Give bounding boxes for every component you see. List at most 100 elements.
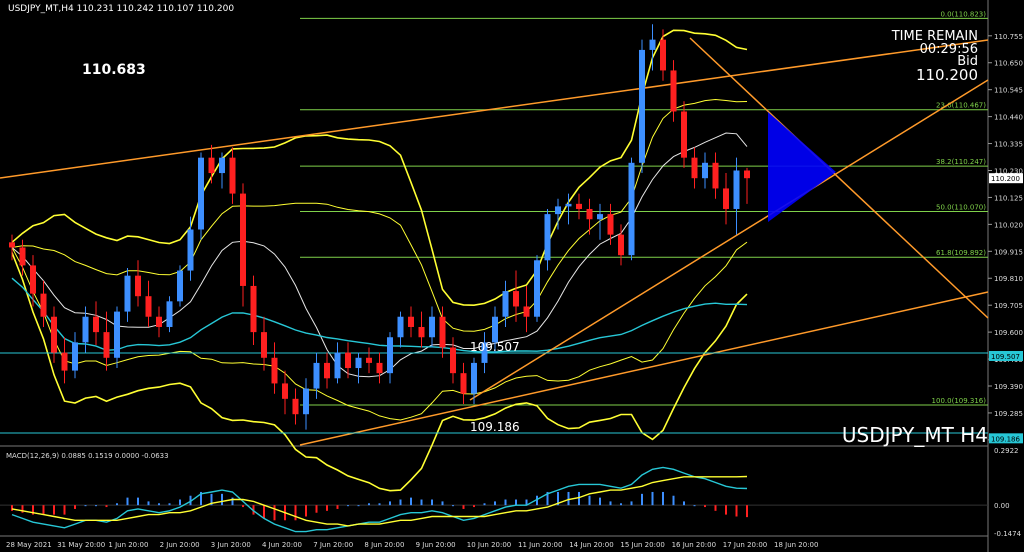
macd-histogram-bar [357,505,360,507]
macd-histogram-bar [168,503,171,506]
candle-body [324,362,330,379]
candle-body [30,265,36,294]
time-tick-label: 3 Jun 20:00 [211,541,251,549]
macd-histogram-bar [651,491,654,506]
time-tick-label: 10 Jun 20:00 [467,541,511,549]
candle-body [334,352,341,379]
macd-histogram-bar [578,491,580,506]
macd-histogram-bar [609,501,612,506]
time-tick-label: 16 Jun 20:00 [672,541,716,549]
chart-background [0,0,1024,552]
macd-histogram-bar [336,505,339,509]
candle-body [9,242,15,248]
candle-body [660,39,666,71]
macd-histogram-bar [368,503,370,506]
candle-body [145,296,152,317]
candle-body [618,234,624,256]
candle-body [492,316,498,343]
macd-histogram-bar [63,505,66,515]
candle-body [513,291,519,307]
macd-histogram-bar [137,497,139,506]
candle-body [292,398,299,415]
macd-histogram-bar [11,505,13,511]
price-label-mid: 109.507 [470,340,520,354]
candle-body [345,352,351,369]
price-tick-label: 109.915 [994,248,1023,256]
macd-histogram-bar [567,491,570,506]
macd-histogram-bar [725,505,727,515]
macd-histogram-bar [326,505,328,511]
time-tick-label: 9 Jun 20:00 [416,541,456,549]
candle-body [576,203,582,209]
macd-histogram-bar [672,495,675,506]
price-tick-label: 109.390 [994,383,1023,391]
candle-body [712,162,719,189]
fib-label: 50.0(110.070) [936,204,986,212]
candle-body [355,357,362,369]
candle-body [691,157,698,179]
fib-label: 100.0(109.316) [932,397,987,405]
candle-body [387,337,393,374]
macd-histogram-bar [462,505,465,509]
macd-histogram-bar [242,505,244,508]
candle-body [124,275,131,312]
time-tick-label: 8 Jun 20:00 [364,541,404,549]
candle-body [240,193,246,286]
macd-histogram-bar [483,503,486,506]
candle-body [51,316,57,353]
candle-body [450,347,456,374]
macd-histogram-bar [294,505,297,521]
time-tick-label: 4 Jun 20:00 [262,541,302,549]
macd-tick-label: 0.00 [994,502,1010,510]
price-tag: 109.186 [991,435,1020,443]
macd-histogram-bar [735,505,738,517]
macd-histogram-bar [714,505,717,511]
candle-body [103,332,110,358]
fib-label: 23.6(110.467) [936,102,986,110]
price-chart[interactable]: 0.0(110.823) 23.6(110.467) 38.2(110.247) 50… [0,0,1024,552]
candle-body [198,157,204,230]
macd-histogram-bar [347,505,349,507]
price-tick-label: 110.650 [994,60,1023,68]
candle-body [303,388,309,415]
candle-body [156,316,162,327]
candle-body [219,157,225,174]
candle-body [681,111,687,158]
macd-title: MACD(12,26,9) 0.0885 0.1519 0.0000 -0.06… [6,452,169,460]
macd-histogram-bar [641,493,643,506]
macd-histogram-bar [105,505,108,508]
macd-histogram-bar [116,503,118,506]
candle-body [177,270,183,302]
price-tag: 109.507 [991,353,1020,361]
candle-body [502,291,509,317]
fib-label: 0.0(110.823) [940,10,986,18]
candle-body [187,229,194,271]
price-tick-label: 109.705 [994,302,1023,310]
bid-value: 110.200 [916,66,978,84]
candle-body [523,306,530,317]
macd-histogram-bar [704,505,706,508]
macd-histogram-bar [221,493,223,506]
macd-histogram-bar [179,499,181,506]
candle-body [282,383,288,399]
candle-body [82,316,89,343]
price-tick-label: 110.545 [994,87,1023,95]
candle-body [366,357,372,363]
time-tick-label: 14 Jun 20:00 [569,541,613,549]
symbol-info: USDJPY_MT,H4 110.231 110.242 110.107 110… [8,4,234,14]
price-tick-label: 110.125 [994,194,1023,202]
price-tag: 110.200 [991,175,1020,183]
macd-histogram-bar [452,505,454,507]
candle-body [649,39,656,50]
candle-body [208,157,215,174]
candle-body [61,352,68,371]
candle-body [19,247,26,266]
price-tick-label: 110.020 [994,221,1023,229]
candle-body [471,362,477,394]
macd-histogram-bar [431,499,433,506]
macd-histogram-bar [158,503,160,506]
macd-histogram-bar [746,505,748,518]
candle-body [597,214,603,220]
candle-body [271,357,278,384]
price-tick-label: 110.440 [994,114,1023,122]
